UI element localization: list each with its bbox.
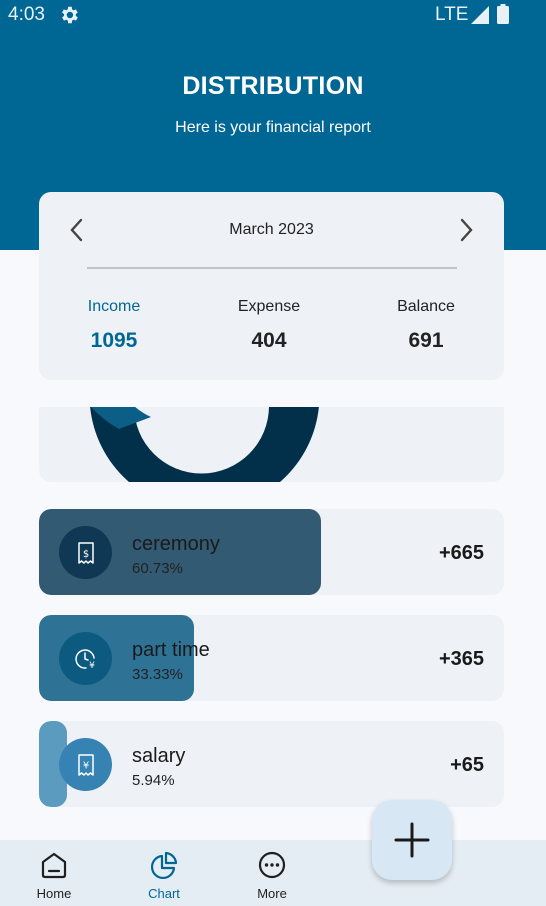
- svg-text:$: $: [82, 549, 88, 560]
- page-subtitle: Here is your financial report: [175, 119, 371, 136]
- category-amount: +365: [438, 648, 484, 670]
- status-bar: 4:03 LTE: [0, 0, 546, 30]
- income-stat: Income 1095: [39, 298, 189, 353]
- donut-chart: [90, 407, 319, 482]
- page-title: DISTRIBUTION: [182, 72, 364, 100]
- divider: [87, 267, 457, 269]
- chevron-right-icon[interactable]: [454, 216, 478, 244]
- expense-value: 404: [251, 329, 287, 352]
- status-time: 4:03: [8, 4, 45, 25]
- nav-chart[interactable]: Chart: [129, 850, 199, 901]
- signal-icon: [471, 6, 489, 24]
- clock-yen-icon: ¥: [74, 648, 95, 671]
- category-row-salary[interactable]: ¥ salary 5.94% +65: [39, 721, 504, 807]
- svg-text:¥: ¥: [89, 661, 95, 671]
- nav-chart-label: Chart: [148, 886, 180, 901]
- category-amount: +65: [450, 754, 484, 776]
- category-name: ceremony: [132, 533, 220, 555]
- category-amount: +665: [438, 542, 484, 564]
- category-percent: 5.94%: [132, 772, 175, 789]
- receipt-yen-icon: ¥: [77, 753, 94, 776]
- category-row-ceremony[interactable]: $ ceremony 60.73% +665: [39, 509, 504, 595]
- category-icon-circle: $: [59, 526, 112, 579]
- income-value: 1095: [90, 329, 138, 352]
- summary-card: March 2023 Income 1095 Expense 404 Balan…: [39, 192, 504, 380]
- income-label: Income: [87, 298, 141, 315]
- nav-home[interactable]: Home: [19, 850, 89, 901]
- balance-value: 691: [408, 329, 444, 352]
- more-icon: [258, 851, 286, 879]
- expense-stat: Expense 404: [194, 298, 344, 353]
- category-row-part-time[interactable]: ¥ part time 33.33% +365: [39, 615, 504, 701]
- gear-icon: [62, 6, 78, 24]
- add-button[interactable]: [372, 800, 452, 880]
- pie-chart-icon: [150, 851, 178, 880]
- nav-more-label: More: [257, 886, 287, 901]
- balance-stat: Balance 691: [351, 298, 501, 353]
- month-label: March 2023: [229, 221, 314, 238]
- category-icon-circle: ¥: [59, 738, 112, 791]
- home-icon: [41, 852, 67, 879]
- category-name: salary: [132, 745, 186, 767]
- plus-icon: [394, 822, 430, 858]
- category-icon-circle: ¥: [59, 632, 112, 685]
- donut-chart-card: [39, 407, 504, 482]
- nav-home-label: Home: [36, 886, 72, 901]
- expense-label: Expense: [237, 298, 301, 315]
- nav-more[interactable]: More: [237, 850, 307, 901]
- receipt-dollar-icon: $: [77, 541, 94, 564]
- category-name: part time: [132, 639, 210, 661]
- balance-label: Balance: [397, 298, 455, 315]
- battery-icon: [497, 4, 509, 24]
- svg-text:¥: ¥: [82, 760, 88, 771]
- category-percent: 60.73%: [132, 560, 183, 577]
- category-percent: 33.33%: [132, 666, 183, 683]
- network-label: LTE: [435, 4, 469, 25]
- bottom-nav: Home Chart More: [0, 840, 546, 906]
